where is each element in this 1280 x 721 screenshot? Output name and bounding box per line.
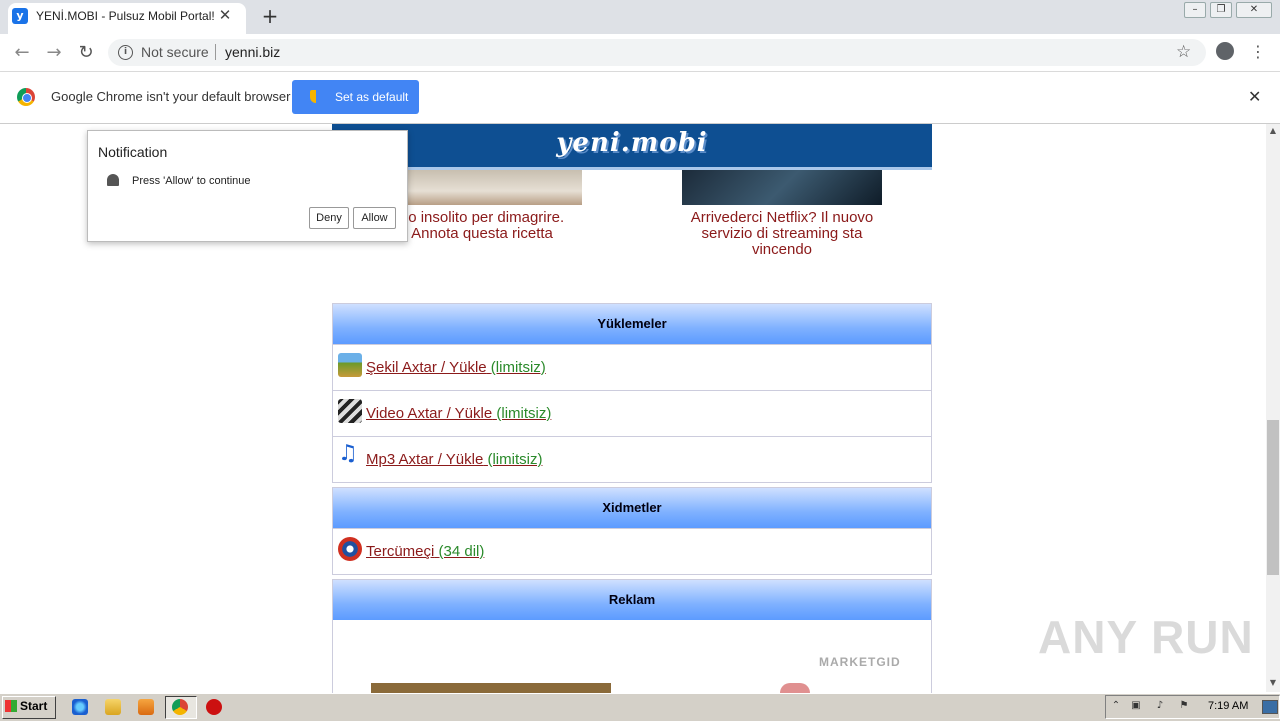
info-icon[interactable]: i [118,45,133,60]
restore-button[interactable]: ❐ [1210,2,1232,18]
network-icon[interactable]: ▣ [1130,700,1142,712]
show-desktop-icon[interactable] [1262,700,1278,714]
video-clapper-icon [338,399,362,423]
translator-link: Tercümeçi (34 dil) [366,529,484,574]
list-item[interactable]: Video Axtar / Yükle (limitsiz) [333,390,931,436]
link-note: (34 dil) [438,543,485,560]
section-title: Reklam [333,580,931,620]
notification-title: Notification [98,144,168,160]
scrollbar-thumb[interactable] [1267,420,1279,575]
section-ads: Reklam [332,579,932,700]
favicon-icon: y [12,8,28,24]
link-text[interactable]: Mp3 Axtar / Yükle [366,451,483,468]
url-text[interactable]: yenni.biz [225,44,280,60]
list-item[interactable]: Tercümeçi (34 dil) [333,528,931,574]
reload-button[interactable]: ↻ [74,41,98,65]
section-title: Xidmetler [333,488,931,528]
menu-kebab-icon[interactable]: ⋮ [1250,42,1266,61]
clock[interactable]: 7:19 AM [1208,700,1248,712]
music-note-icon: ♫ [338,441,358,466]
upload-link: Video Axtar / Yükle (limitsiz) [366,391,551,436]
folder-icon[interactable] [105,699,121,715]
link-note: (limitsiz) [487,451,543,468]
ad-image[interactable] [371,683,611,693]
globe-icon [338,537,362,561]
article-thumbnail[interactable] [682,170,882,205]
infobar-close-icon[interactable]: ✕ [1248,87,1261,106]
site-logo[interactable]: yeni.mobi [332,128,932,158]
link-note: (limitsiz) [496,405,552,422]
opera-icon[interactable] [206,699,222,715]
forward-button[interactable]: → [42,41,66,65]
article-link[interactable]: Arrivederci Netflix? Il nuovo servizio d… [682,210,882,258]
ad-image[interactable] [780,683,810,693]
scroll-down-arrow-icon[interactable]: ▼ [1266,676,1280,690]
minimize-button[interactable]: – [1184,2,1206,18]
tray-expand-icon[interactable]: ⌃ [1110,700,1122,712]
chrome-logo-center [22,93,32,103]
account-icon[interactable] [1216,42,1234,60]
tab-close-icon[interactable]: ✕ [216,6,234,24]
media-player-icon[interactable] [138,699,154,715]
tab-title: YENİ.MOBI - Pulsuz Mobil Portal! [36,9,215,23]
ad-brand-label[interactable]: MARKETGID [819,655,901,669]
ie-icon[interactable] [72,699,88,715]
link-text[interactable]: Tercümeçi [366,543,434,560]
windows-logo-icon [5,700,17,712]
list-item[interactable]: ♫ Mp3 Axtar / Yükle (limitsiz) [333,436,931,482]
section-title: Yüklemeler [333,304,931,344]
shield-icon [310,90,322,103]
notification-message: Press 'Allow' to continue [132,175,251,187]
upload-link: Şekil Axtar / Yükle (limitsiz) [366,345,546,390]
article-thumbnail[interactable] [382,170,582,205]
bell-icon [107,174,119,186]
section-uploads: Yüklemeler Şekil Axtar / Yükle (limitsiz… [332,303,932,483]
list-item[interactable]: Şekil Axtar / Yükle (limitsiz) [333,344,931,390]
link-note: (limitsiz) [490,359,546,376]
site-header: yeni.mobi [332,124,932,170]
infobar-message: Google Chrome isn't your default browser [51,89,291,104]
deny-button[interactable]: Deny [309,207,349,229]
back-button[interactable]: ← [10,41,34,65]
link-text[interactable]: Video Axtar / Yükle [366,405,492,422]
link-text[interactable]: Şekil Axtar / Yükle [366,359,487,376]
scroll-up-arrow-icon[interactable]: ▲ [1266,124,1280,138]
security-label[interactable]: Not secure [141,44,209,60]
url-separator [215,44,216,60]
bookmark-star-icon[interactable]: ☆ [1176,42,1191,62]
set-default-label[interactable]: Set as default [335,90,408,104]
article-link[interactable]: do insolito per dimagrire. Annota questa… [382,210,582,242]
vertical-scrollbar[interactable] [1266,124,1280,692]
allow-button[interactable]: Allow [353,207,396,229]
chrome-icon [172,699,188,715]
new-tab-button[interactable]: + [260,6,280,26]
upload-link: Mp3 Axtar / Yükle (limitsiz) [366,437,542,482]
start-label[interactable]: Start [20,699,47,713]
watermark-logo: ANY RUN [1038,611,1254,663]
image-icon [338,353,362,377]
section-services: Xidmetler Tercümeçi (34 dil) [332,487,932,575]
window-close-button[interactable]: ✕ [1236,2,1272,18]
flag-icon[interactable]: ⚑ [1178,700,1190,712]
volume-icon[interactable]: ♪ [1154,700,1166,712]
